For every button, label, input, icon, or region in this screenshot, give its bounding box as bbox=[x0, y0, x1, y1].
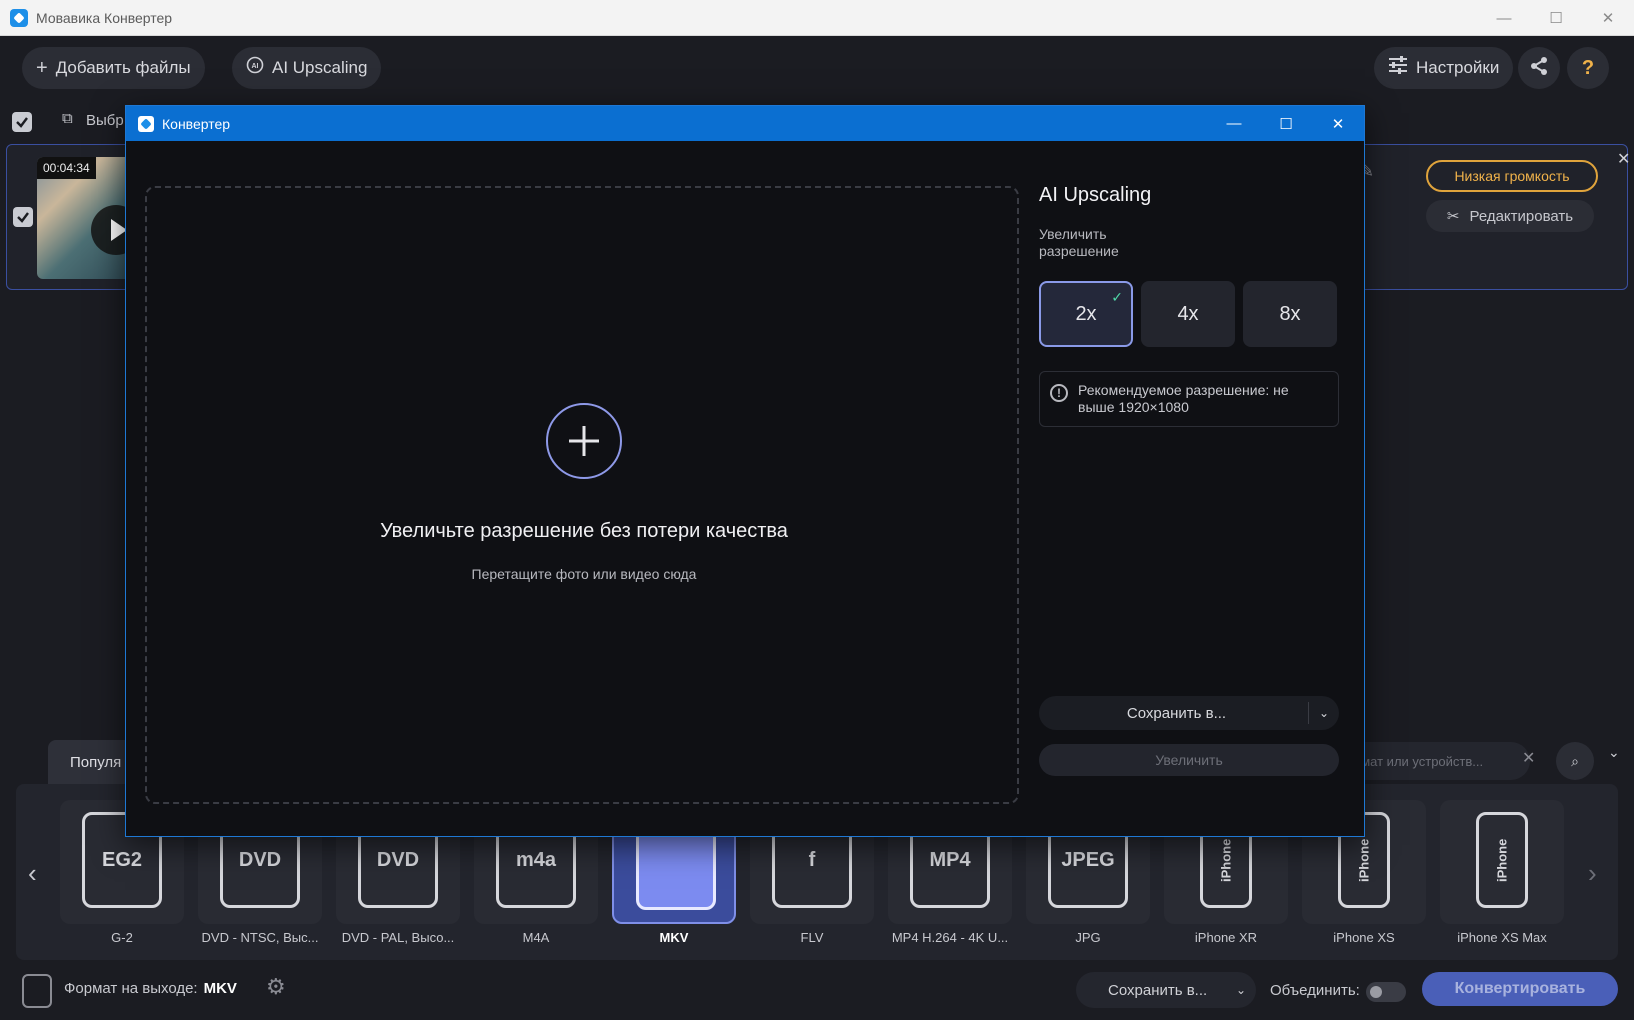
scissors-icon: ✂ bbox=[1446, 208, 1460, 225]
format-label: MKV bbox=[659, 930, 689, 945]
format-search-input[interactable]: рмат или устройств... bbox=[1340, 742, 1530, 780]
dialog-save-to-button[interactable]: Сохранить в... ⌄ bbox=[1039, 696, 1339, 730]
remove-file-icon[interactable]: ✕ bbox=[1617, 149, 1630, 169]
dialog-title: Конвертер bbox=[162, 115, 231, 132]
output-format-icon[interactable] bbox=[22, 974, 52, 1008]
share-button[interactable] bbox=[1518, 47, 1560, 89]
merge-toggle[interactable] bbox=[1366, 982, 1406, 1002]
dropzone-title: Увеличьте разрешение без потери качества bbox=[380, 520, 788, 542]
check-icon: ✓ bbox=[1111, 289, 1123, 305]
format-label: JPG bbox=[1075, 930, 1101, 945]
select-label[interactable]: Выбр bbox=[86, 112, 124, 129]
svg-text:AI: AI bbox=[252, 63, 259, 70]
panel-subtitle: Увеличить разрешение bbox=[1039, 226, 1119, 259]
edit-button[interactable]: ✂ Редактировать bbox=[1426, 200, 1594, 232]
plus-icon: + bbox=[36, 56, 48, 79]
check-icon bbox=[17, 212, 29, 223]
dialog-close-button[interactable]: ✕ bbox=[1312, 106, 1364, 141]
info-icon: ! bbox=[1050, 384, 1068, 402]
select-all-checkbox[interactable] bbox=[12, 112, 32, 132]
ai-chip-icon: AI bbox=[246, 56, 264, 80]
settings-button[interactable]: Настройки bbox=[1374, 47, 1514, 89]
app-logo-icon bbox=[138, 115, 154, 132]
format-label: DVD - NTSC, Выс... bbox=[201, 930, 319, 945]
add-files-label: Добавить файлы bbox=[55, 58, 191, 77]
share-icon bbox=[1529, 56, 1549, 81]
chevron-down-icon[interactable]: ⌄ bbox=[1309, 706, 1339, 720]
dialog-titlebar: Конвертер — ☐ ✕ bbox=[126, 106, 1364, 141]
help-icon: ? bbox=[1581, 56, 1595, 79]
copy-icon: ⧉ bbox=[62, 110, 73, 127]
help-button[interactable]: ? bbox=[1567, 47, 1609, 89]
app-logo-icon bbox=[10, 8, 28, 27]
format-label: iPhone XR bbox=[1194, 930, 1258, 945]
merge-label: Объединить: bbox=[1270, 982, 1360, 999]
add-media-button[interactable] bbox=[546, 403, 622, 479]
format-label: M4A bbox=[522, 930, 550, 945]
low-volume-badge[interactable]: Низкая громкость bbox=[1426, 160, 1598, 192]
format-label: iPhone XS Max bbox=[1457, 930, 1547, 945]
output-format-value: MKV bbox=[203, 980, 237, 997]
device-detect-button[interactable]: ⌕ bbox=[1556, 742, 1594, 780]
recommendation-note: ! Рекомендуемое разрешение: не выше 1920… bbox=[1039, 371, 1339, 427]
scale-4x-button[interactable]: 4x bbox=[1141, 281, 1235, 347]
add-files-button[interactable]: + Добавить файлы bbox=[22, 47, 205, 89]
scale-label: 4x bbox=[1177, 302, 1199, 325]
scale-label: 2x bbox=[1075, 302, 1097, 325]
save-to-button[interactable]: Сохранить в... ⌄ bbox=[1076, 972, 1256, 1008]
output-format-label: Формат на выходе: bbox=[64, 980, 198, 997]
main-toolbar: + Добавить файлы AI AI Upscaling Настрой… bbox=[0, 36, 1634, 100]
settings-label: Настройки bbox=[1416, 58, 1500, 77]
save-to-label: Сохранить в... bbox=[1108, 981, 1208, 999]
format-label: DVD - PAL, Высо... bbox=[341, 930, 455, 945]
upscale-button[interactable]: Увеличить bbox=[1039, 744, 1339, 776]
format-card[interactable]: iPhone bbox=[1440, 800, 1564, 924]
plus-icon bbox=[569, 426, 599, 456]
scale-2x-button[interactable]: 2x ✓ bbox=[1039, 281, 1133, 347]
minimize-button[interactable]: — bbox=[1478, 0, 1530, 36]
panel-title: AI Upscaling bbox=[1039, 184, 1152, 206]
dialog-minimize-button[interactable]: — bbox=[1208, 106, 1260, 141]
gear-icon[interactable]: ⚙ bbox=[266, 974, 286, 1000]
recommendation-text: Рекомендуемое разрешение: не выше 1920×1… bbox=[1078, 382, 1289, 415]
format-label: MP4 H.264 - 4K U... bbox=[891, 930, 1009, 945]
scale-label: 8x bbox=[1279, 302, 1301, 325]
chevron-right-icon[interactable]: › bbox=[1588, 858, 1597, 889]
dropzone-subtitle: Перетащите фото или видео сюда bbox=[471, 566, 697, 582]
video-thumbnail[interactable]: 00:04:34 bbox=[37, 157, 133, 279]
window-controls: — ☐ ✕ bbox=[1478, 0, 1634, 36]
format-label: G-2 bbox=[111, 930, 133, 945]
format-label: FLV bbox=[800, 930, 824, 945]
chevron-down-icon[interactable]: ⌄ bbox=[1608, 744, 1620, 761]
chevron-left-icon[interactable]: ‹ bbox=[28, 858, 37, 889]
app-title: Мовавика Конвертер bbox=[36, 9, 173, 26]
scale-8x-button[interactable]: 8x bbox=[1243, 281, 1337, 347]
format-label: iPhone XS bbox=[1333, 930, 1395, 945]
format-icon: iPhone bbox=[1476, 812, 1528, 908]
app-titlebar: Мовавика Конвертер — ☐ ✕ bbox=[0, 0, 1634, 36]
upscaling-dialog: Конвертер — ☐ ✕ Увеличьте разрешение без… bbox=[125, 105, 1365, 837]
search-device-icon: ⌕ bbox=[1571, 752, 1579, 769]
clear-search-icon[interactable]: ✕ bbox=[1522, 748, 1535, 768]
ai-upscaling-button[interactable]: AI AI Upscaling bbox=[232, 47, 382, 89]
output-format: Формат на выходе: MKV bbox=[64, 980, 237, 997]
drop-zone[interactable]: Увеличьте разрешение без потери качества… bbox=[145, 186, 1019, 804]
sliders-icon bbox=[1388, 56, 1408, 80]
convert-button[interactable]: Конвертировать bbox=[1422, 972, 1618, 1006]
chevron-down-icon[interactable]: ⌄ bbox=[1236, 983, 1246, 997]
ai-upscaling-label: AI Upscaling bbox=[272, 58, 368, 77]
dialog-save-to-label: Сохранить в... bbox=[1126, 704, 1227, 722]
maximize-button[interactable]: ☐ bbox=[1530, 0, 1582, 36]
duration-badge: 00:04:34 bbox=[37, 157, 96, 179]
file-checkbox[interactable] bbox=[13, 207, 33, 227]
check-icon bbox=[16, 117, 28, 128]
edit-label: Редактировать bbox=[1469, 207, 1574, 225]
dialog-window-controls: — ☐ ✕ bbox=[1208, 106, 1364, 141]
output-footer: Формат на выходе: MKV ⚙ Сохранить в... ⌄ … bbox=[0, 962, 1634, 1020]
close-button[interactable]: ✕ bbox=[1582, 0, 1634, 36]
dialog-maximize-button[interactable]: ☐ bbox=[1260, 106, 1312, 141]
